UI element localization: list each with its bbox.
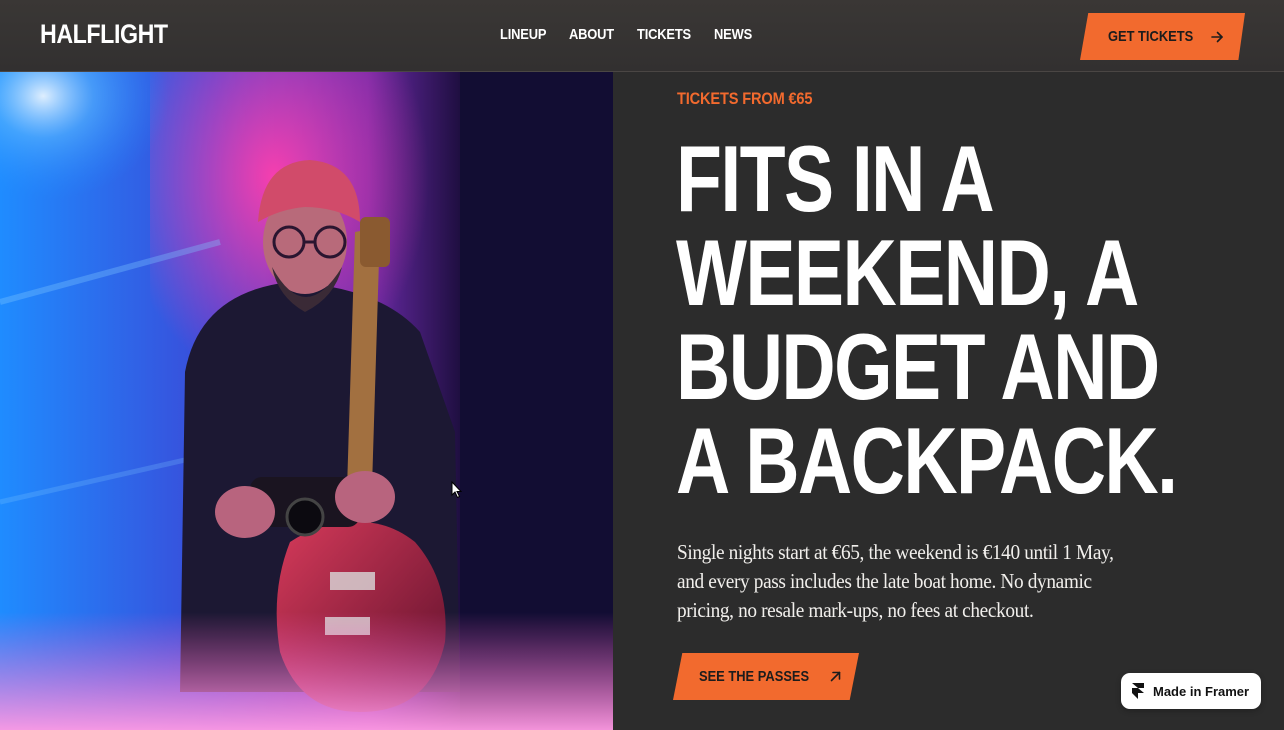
hero-eyebrow: TICKETS FROM €65 (677, 89, 813, 108)
see-the-passes-button[interactable]: SEE THE PASSES (673, 653, 859, 700)
site-logo[interactable]: HALFLIGHT (40, 19, 168, 50)
headline-line: WEEKEND, A (676, 220, 1139, 325)
made-in-framer-label: Made in Framer (1153, 683, 1250, 699)
made-in-framer-badge[interactable]: Made in Framer (1121, 673, 1261, 709)
hero-description: Single nights start at €65, the weekend … (677, 540, 1114, 622)
hero-photo-guitarist (0, 72, 613, 730)
headline-line: BUDGET AND (676, 314, 1160, 419)
get-tickets-button[interactable]: GET TICKETS (1080, 13, 1245, 60)
headline-line: FITS IN A (676, 126, 995, 231)
nav-link-news[interactable]: NEWS (714, 26, 752, 43)
see-the-passes-label: SEE THE PASSES (699, 668, 810, 685)
nav-link-lineup[interactable]: LINEUP (500, 26, 546, 43)
site-header: HALFLIGHT LINEUP ABOUT TICKETS NEWS GET … (0, 0, 1284, 72)
mouse-cursor-icon (451, 481, 463, 499)
arrow-up-right-icon (830, 671, 840, 682)
nav-link-about[interactable]: ABOUT (569, 26, 614, 43)
nav-link-tickets[interactable]: TICKETS (637, 26, 691, 43)
get-tickets-label: GET TICKETS (1107, 28, 1194, 45)
headline-line: A BACKPACK. (676, 408, 1178, 513)
hero-headline: FITS IN A WEEKEND, A BUDGET AND A BACKPA… (676, 126, 1178, 513)
framer-logo-icon (1132, 683, 1144, 699)
arrow-right-icon (1211, 31, 1223, 42)
